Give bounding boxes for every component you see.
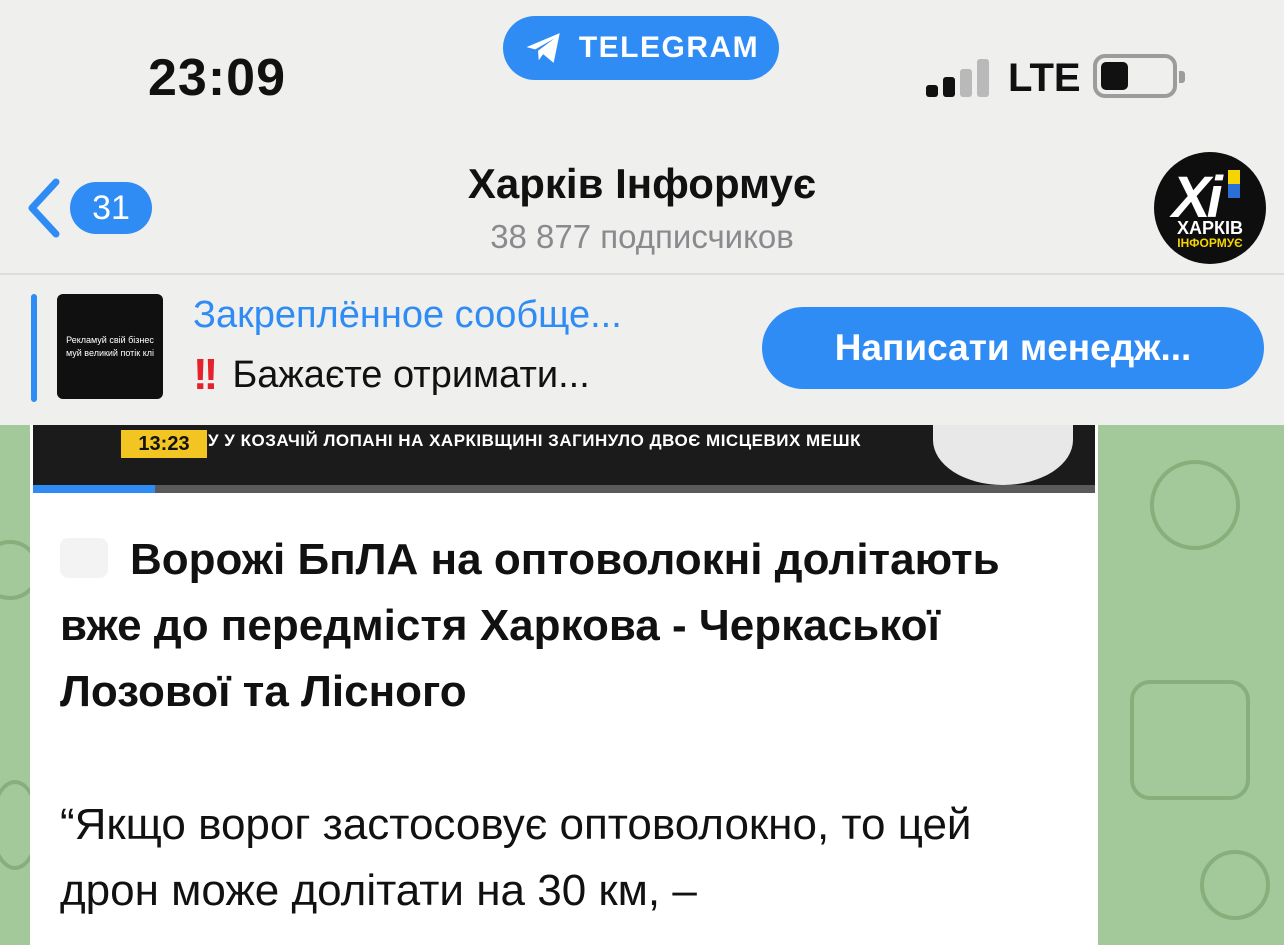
app-pill-label: TELEGRAM [578,31,760,64]
network-type: LTE [1008,56,1081,100]
signal-strength-icon [926,57,992,97]
header-divider [0,273,1284,275]
telegram-return-pill[interactable]: TELEGRAM [503,16,779,80]
message-body: “Якщо ворог застосовує оптоволокно, то ц… [60,800,972,915]
pinned-title[interactable]: Закреплённое сообще... [193,294,622,337]
pinned-indicator [31,294,37,402]
subscriber-count: 38 877 подписчиков [490,218,794,255]
status-time: 23:09 [148,49,286,107]
message-headline: Ворожі БпЛА на оптоволокні долітають вже… [60,527,1070,725]
house-icon [60,538,108,578]
top-header: 23:09 TELEGRAM LTE 31 Харків Інформує 38… [0,0,1284,425]
channel-avatar[interactable]: Xi ХАРКІВ ІНФОРМУЄ [1154,152,1266,264]
news-ticker: У У КОЗАЧІЙ ЛОПАНІ НА ХАРКІВЩИНІ ЗАГИНУЛ… [208,431,861,450]
write-manager-button[interactable]: Написати менедж... [762,307,1264,389]
headline-text: Ворожі БпЛА на оптоволокні долітають вже… [60,535,1000,716]
avatar-sub: ІНФОРМУЄ [1177,236,1243,250]
pinned-preview[interactable]: !! Бажаєте отримати... [193,350,590,400]
video-progress-fill [33,485,156,493]
video-progress-track[interactable] [33,485,1095,493]
ticker-time: 13:23 [121,430,207,458]
video-figure [933,425,1073,485]
channel-title[interactable]: Харків Інформує [0,160,1284,208]
pinned-preview-text: Бажаєте отримати... [232,353,590,396]
battery-icon [1093,54,1185,98]
telegram-plane-icon [526,33,560,63]
video-preview[interactable]: 13:23 У У КОЗАЧІЙ ЛОПАНІ НА ХАРКІВЩИНІ З… [33,425,1095,493]
double-exclamation-icon: !! [193,350,218,399]
pinned-thumbnail[interactable]: Рекламуй свій бізнес муй великий потік к… [57,294,163,399]
